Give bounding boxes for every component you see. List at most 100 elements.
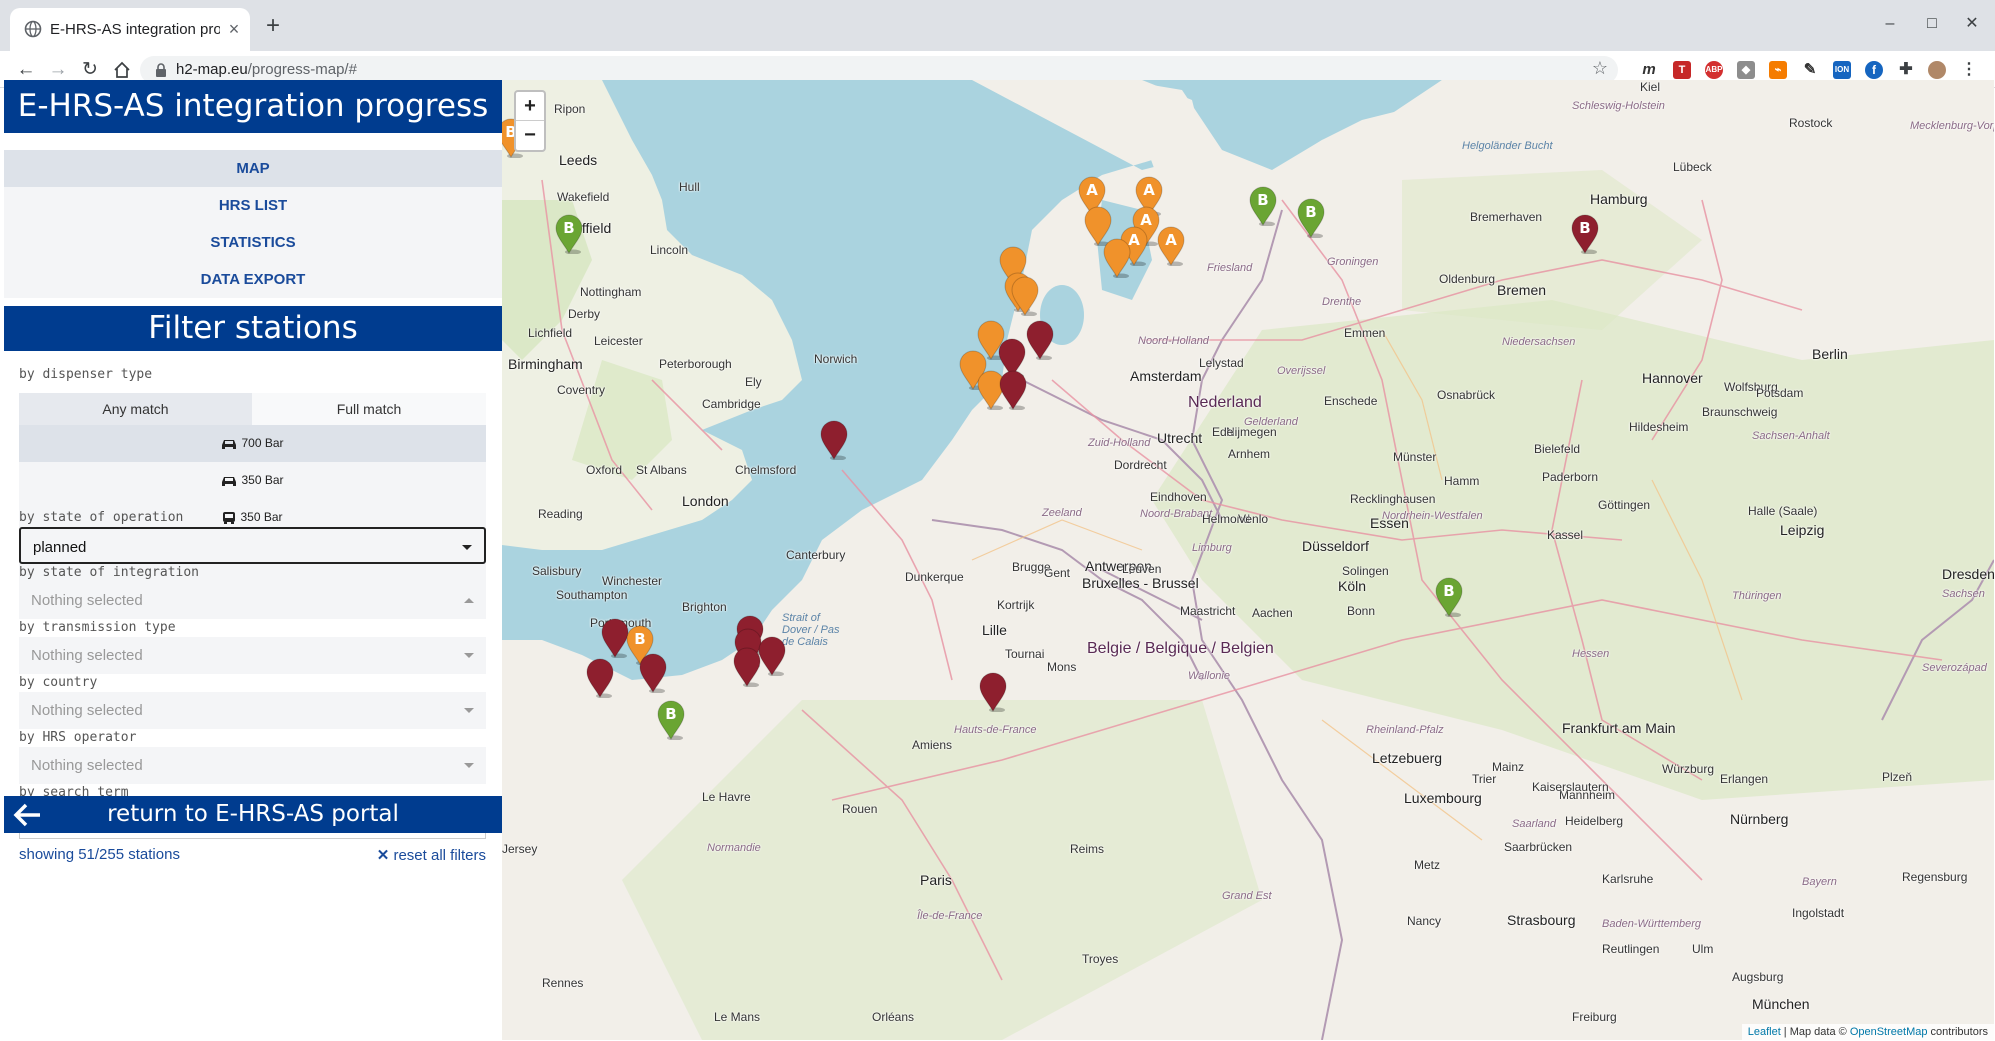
rss-icon[interactable]: ⌁ [1769,61,1787,79]
place-label: Nordrhein-Westfalen [1382,510,1483,522]
browser-tab[interactable]: E-HRS-AS integration progress × [10,8,250,51]
extension-f-icon[interactable]: f [1865,61,1883,79]
place-label: Normandie [707,842,761,854]
return-to-portal-button[interactable]: return to E-HRS-AS portal [4,796,502,833]
minimize-button[interactable]: – [1870,10,1910,38]
station-marker-orange[interactable] [1010,276,1040,316]
close-tab-icon[interactable]: × [224,19,244,39]
transmission-type-select[interactable]: Nothing selected [19,637,486,674]
place-label: Mecklenburg-Vorpommern [1910,120,1994,132]
profile-avatar[interactable] [1928,61,1946,79]
place-label: Wakefield [557,190,610,204]
place-label: Luxembourg [1404,790,1482,806]
place-label: Bielefeld [1534,442,1581,456]
station-marker-red[interactable] [819,420,849,460]
extension-feather-icon[interactable]: ✎ [1801,61,1819,79]
adblock-icon[interactable]: ABP [1705,61,1723,79]
extension-ion-icon[interactable]: ION [1833,61,1851,79]
place-label: Salisbury [532,564,582,578]
close-window-button[interactable]: ✕ [1952,10,1992,38]
station-marker-red[interactable] [638,653,668,693]
place-label: Zeeland [1042,507,1082,519]
place-label: Troyes [1082,952,1119,966]
station-marker-orange[interactable]: A [1156,226,1186,266]
place-label: Tournai [1005,647,1045,661]
tab-title: E-HRS-AS integration progress [50,21,220,38]
hrs-operator-select[interactable]: Nothing selected [19,747,486,784]
new-tab-button[interactable]: + [258,13,288,39]
arrow-left-icon [13,803,40,827]
map[interactable]: Ripon Leeds Hull Wakefield Sheffield Lin… [502,80,1994,1040]
place-label: Maastricht [1180,604,1236,618]
leaflet-link[interactable]: Leaflet [1748,1026,1781,1038]
zoom-out-button[interactable]: − [516,121,544,150]
place-label: Rennes [542,976,584,990]
integration-state-label: by state of integration [19,565,200,580]
operation-state-select[interactable]: planned [19,527,486,564]
place-label: Trier [1472,772,1497,786]
place-label: Reims [1070,842,1105,856]
extension-t-icon[interactable]: T [1673,61,1691,79]
station-marker-red[interactable] [585,658,615,698]
station-marker-green[interactable]: B [656,700,686,740]
place-label: Köln [1338,578,1367,594]
place-label: Bruxelles - Brussel [1082,575,1199,591]
full-match-toggle[interactable]: Full match [252,393,486,425]
marker-label: A [1143,181,1155,199]
dispenser-350-bar-car[interactable]: 350 Bar [19,462,486,499]
place-label: Hessen [1572,648,1610,660]
caret-down-icon [462,545,472,550]
station-marker-red[interactable] [1025,320,1055,360]
station-marker-green[interactable]: B [554,214,584,254]
station-marker-orange[interactable] [1102,238,1132,278]
place-label: Karlsruhe [1602,872,1654,886]
dispenser-700-bar-car[interactable]: 700 Bar [19,425,486,462]
nav-data-export[interactable]: DATA EXPORT [4,261,502,298]
place-label: Belgie / Belgique / Belgien [1087,640,1274,657]
extensions-puzzle-icon[interactable]: ✚ [1897,61,1915,79]
browser-tab-strip: E-HRS-AS integration progress × + – □ ✕ [0,0,1995,51]
maximize-button[interactable]: □ [1912,10,1952,38]
country-select[interactable]: Nothing selected [19,692,486,729]
place-label: Lincoln [650,243,689,257]
place-label: Hamm [1444,474,1480,488]
browser-menu-icon[interactable]: ⋮ [1960,61,1978,79]
return-to-portal-label: return to E-HRS-AS portal [107,801,399,827]
dispenser-option-label: 350 Bar [240,510,283,524]
bookmark-star-icon[interactable]: ☆ [1592,58,1608,79]
place-label: Bonn [1347,604,1376,618]
place-label: Cambridge [702,397,761,411]
attribution-tail: contributors [1927,1026,1988,1038]
place-label: Enschede [1324,394,1378,408]
station-marker-red[interactable] [998,370,1028,410]
place-label: Drenthe [1322,296,1362,308]
zoom-in-button[interactable]: + [516,92,544,121]
extension-m-icon[interactable]: m [1640,61,1658,79]
station-marker-green[interactable]: B [1248,186,1278,226]
dispenser-option-label: 350 Bar [241,473,284,487]
nav-hrs-list[interactable]: HRS LIST [4,187,502,224]
station-marker-green[interactable]: B [1434,577,1464,617]
hrs-operator-label: by HRS operator [19,730,137,745]
any-match-toggle[interactable]: Any match [19,393,252,425]
station-marker-red[interactable] [757,636,787,676]
nav-map[interactable]: MAP [4,150,502,187]
caret-down-icon [464,763,474,768]
station-marker-red[interactable]: B [1570,214,1600,254]
place-label: Kortrijk [997,598,1035,612]
openstreetmap-link[interactable]: OpenStreetMap [1850,1026,1928,1038]
station-marker-red[interactable] [978,672,1008,712]
reset-filters-link[interactable]: ✕ reset all filters [377,846,486,864]
place-label: Nürnberg [1730,811,1789,827]
integration-state-select[interactable]: Nothing selected [19,582,486,619]
nav-statistics[interactable]: STATISTICS [4,224,502,261]
filter-title: Filter stations [4,306,502,351]
place-label: Thüringen [1732,590,1782,602]
place-label: Derby [568,307,601,321]
lock-icon [156,63,166,77]
privacy-extension-icon[interactable]: ◆ [1737,61,1755,79]
place-label: Osnabrück [1437,388,1496,402]
place-label: Hildesheim [1629,420,1689,434]
place-label: Overijssel [1277,365,1326,377]
station-marker-green[interactable]: B [1296,198,1326,238]
